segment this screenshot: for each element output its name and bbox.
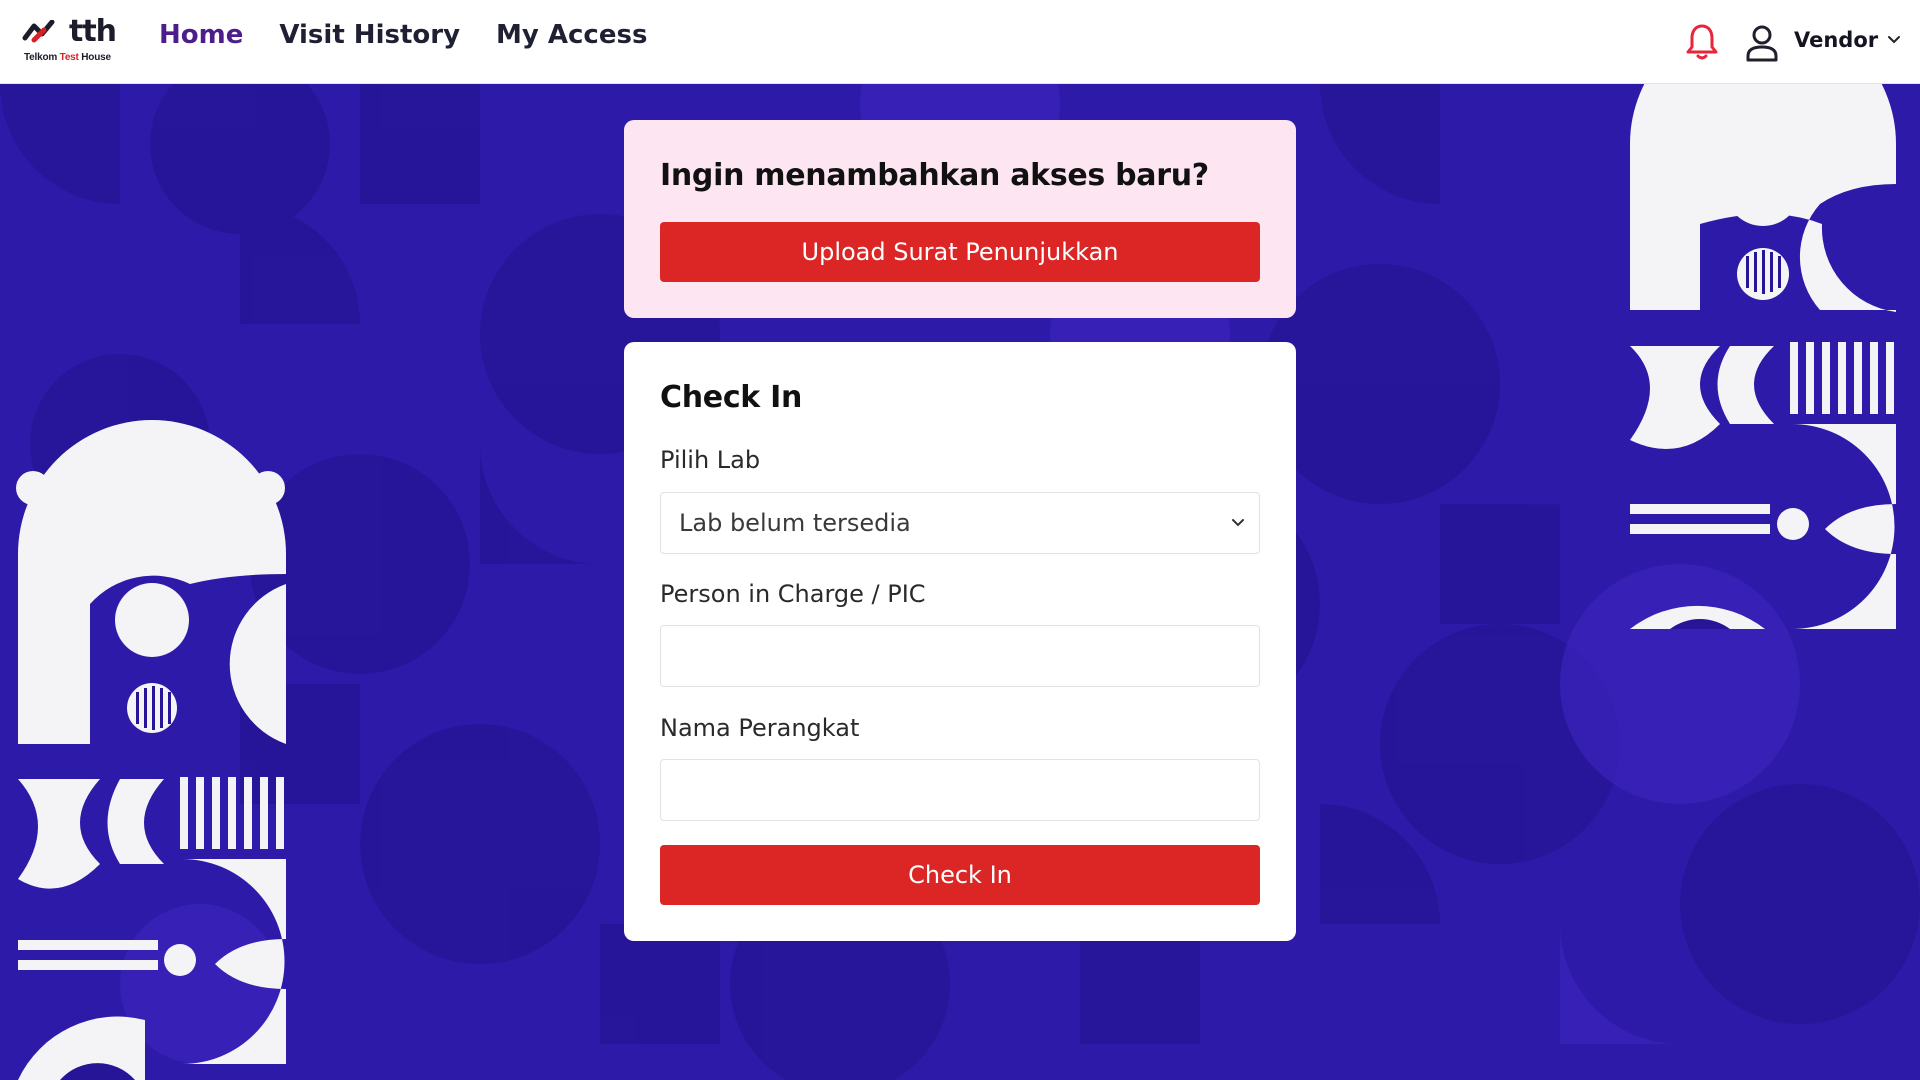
logo-text: tth [69, 14, 117, 49]
logo-subtitle: Telkom Test House [24, 52, 111, 63]
top-navbar: tth Telkom Test House Home Visit History… [0, 0, 1920, 84]
logo-sub-red: Test [59, 52, 79, 63]
main-nav: Home Visit History My Access [159, 20, 647, 50]
user-name[interactable]: Vendor [1794, 28, 1878, 52]
nav-my-access[interactable]: My Access [496, 20, 647, 50]
pic-label: Person in Charge / PIC [660, 580, 926, 608]
upload-surat-button[interactable]: Upload Surat Penunjukkan [660, 222, 1260, 282]
nav-visit-history[interactable]: Visit History [279, 20, 460, 50]
pic-input[interactable] [660, 625, 1260, 687]
chevron-down-icon[interactable] [1886, 34, 1902, 46]
user-icon[interactable] [1744, 24, 1780, 62]
chevron-down-icon [1232, 519, 1244, 527]
nav-home[interactable]: Home [159, 20, 243, 50]
lab-select-value: Lab belum tersedia [679, 509, 911, 537]
logo-sub-prefix: Telkom [24, 52, 60, 63]
logo-sub-suffix: House [78, 52, 111, 63]
check-in-title: Check In [660, 380, 803, 415]
tth-logo[interactable]: tth Telkom Test House [22, 14, 132, 68]
lab-select[interactable]: Lab belum tersedia [660, 492, 1260, 554]
bell-icon[interactable] [1685, 22, 1719, 62]
device-name-input[interactable] [660, 759, 1260, 821]
lab-label: Pilih Lab [660, 446, 761, 474]
new-access-card: Ingin menambahkan akses baru? Upload Sur… [624, 120, 1296, 318]
check-in-card: Check In Pilih Lab Lab belum tersedia Pe… [624, 342, 1296, 941]
new-access-title: Ingin menambahkan akses baru? [660, 158, 1209, 193]
check-in-button[interactable]: Check In [660, 845, 1260, 905]
device-label: Nama Perangkat [660, 714, 860, 742]
logo-mark-icon [22, 20, 55, 43]
